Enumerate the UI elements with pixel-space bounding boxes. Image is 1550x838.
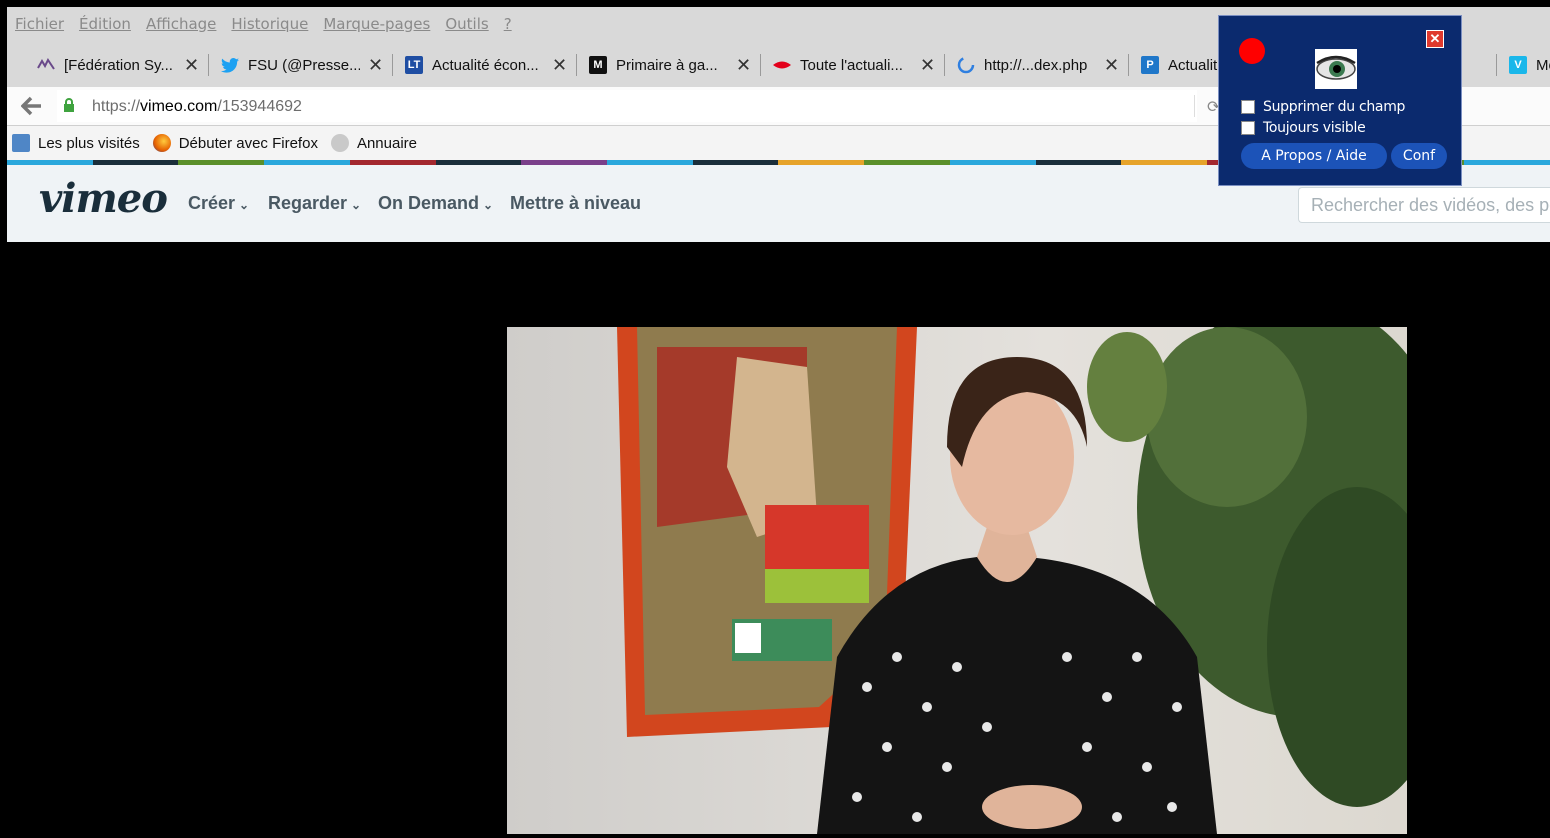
- url-text: https://vimeo.com/153944692: [92, 98, 302, 116]
- bookmark-most-visited[interactable]: Les plus visités: [7, 134, 140, 152]
- tab-separator: [944, 54, 945, 76]
- fsu-icon: [37, 56, 55, 74]
- close-icon[interactable]: ✕: [920, 55, 935, 76]
- about-help-button[interactable]: A Propos / Aide: [1241, 143, 1387, 169]
- nav-label: Mettre à niveau: [510, 193, 642, 213]
- url-separator: [1194, 95, 1195, 117]
- tab-separator: [392, 54, 393, 76]
- nav-mettre-a-niveau[interactable]: Mettre à niveau: [510, 193, 641, 214]
- tab-separator: [760, 54, 761, 76]
- close-icon[interactable]: ✕: [184, 55, 199, 76]
- nav-on-demand[interactable]: On Demand ⌄: [378, 193, 493, 214]
- tab-primaire[interactable]: M Primaire à ga... ✕: [579, 48, 751, 82]
- overlay-widget: ✕ Supprimer du champ Toujours visible A …: [1218, 15, 1462, 186]
- close-icon[interactable]: ✕: [1104, 55, 1119, 76]
- menu-edition[interactable]: Édition: [79, 15, 131, 33]
- menu-outils[interactable]: Outils: [445, 15, 488, 33]
- close-icon[interactable]: ✕: [736, 55, 751, 76]
- always-visible-checkbox[interactable]: Toujours visible: [1241, 120, 1366, 136]
- menu-affichage[interactable]: Affichage: [146, 15, 216, 33]
- bookmark-annuaire[interactable]: Annuaire: [326, 134, 417, 152]
- tab-separator: [1496, 54, 1497, 76]
- menu-marque-pages[interactable]: Marque-pages: [323, 15, 430, 33]
- remove-from-field-checkbox[interactable]: Supprimer du champ: [1241, 99, 1405, 115]
- arrow-left-icon: [21, 96, 41, 116]
- chevron-down-icon: ⌄: [483, 198, 494, 212]
- tab-separator: [208, 54, 209, 76]
- tab-title: FSU (@Presse...: [248, 56, 360, 74]
- tab-loading-php[interactable]: http://...dex.php ✕: [947, 48, 1119, 82]
- lt-icon: LT: [405, 56, 423, 74]
- tab-title: Toute l'actuali...: [800, 56, 903, 74]
- tab-fsu-twitter[interactable]: FSU (@Presse... ✕: [211, 48, 383, 82]
- checkbox-box[interactable]: [1241, 100, 1255, 114]
- chevron-down-icon: ⌄: [239, 198, 250, 212]
- tab-toute-actualite[interactable]: Toute l'actuali... ✕: [763, 48, 935, 82]
- nav-label: Regarder: [268, 193, 348, 213]
- nav-label: On Demand: [378, 193, 480, 213]
- tab-federation[interactable]: [Fédération Sy... ✕: [27, 48, 199, 82]
- checkbox-label: Supprimer du champ: [1263, 99, 1406, 115]
- bookmark-label: Débuter avec Firefox: [178, 134, 318, 152]
- bookmark-firefox[interactable]: Débuter avec Firefox: [148, 134, 318, 152]
- record-icon[interactable]: [1239, 38, 1265, 64]
- close-icon[interactable]: ✕: [552, 55, 567, 76]
- loading-icon: [957, 56, 975, 74]
- video-frame: [507, 327, 1407, 834]
- back-button[interactable]: [17, 92, 47, 120]
- tab-title: Mo: [1536, 56, 1550, 74]
- vimeo-logo[interactable]: vimeo: [39, 175, 168, 222]
- nav-label: Créer: [188, 193, 236, 213]
- checkbox-label: Toujours visible: [1263, 120, 1366, 136]
- url-host: vimeo.com: [140, 98, 218, 115]
- vimeo-icon: V: [1509, 56, 1527, 74]
- video-player[interactable]: [507, 327, 1407, 834]
- conf-button[interactable]: Conf: [1391, 143, 1447, 169]
- tab-actualite-eco[interactable]: LT Actualité écon... ✕: [395, 48, 567, 82]
- close-icon[interactable]: ✕: [368, 55, 383, 76]
- checkbox-box[interactable]: [1241, 121, 1255, 135]
- eye-icon: [1315, 49, 1357, 89]
- menu-historique[interactable]: Historique: [231, 15, 308, 33]
- tab-vimeo[interactable]: V Mo: [1499, 48, 1550, 82]
- close-icon[interactable]: ✕: [1426, 30, 1444, 48]
- chevron-down-icon: ⌄: [351, 198, 362, 212]
- search-icon: [12, 134, 30, 152]
- tab-separator: [1128, 54, 1129, 76]
- url-bar[interactable]: https://vimeo.com/153944692: [57, 90, 1197, 122]
- le-monde-icon: M: [589, 56, 607, 74]
- tab-title: Primaire à ga...: [616, 56, 718, 74]
- menu-help[interactable]: ?: [504, 15, 512, 33]
- tab-title: http://...dex.php: [984, 56, 1088, 74]
- bookmark-label: Annuaire: [356, 134, 417, 152]
- url-path: /153944692: [217, 98, 302, 115]
- lock-icon: [64, 98, 74, 112]
- nav-regarder[interactable]: Regarder ⌄: [268, 193, 361, 214]
- p-icon: P: [1141, 56, 1159, 74]
- menu-fichier[interactable]: Fichier: [15, 15, 64, 33]
- tab-title: Actualité écon...: [432, 56, 539, 74]
- twitter-icon: [221, 56, 239, 74]
- bookmark-label: Les plus visités: [38, 134, 140, 152]
- red-wave-icon: [773, 56, 791, 74]
- search-input[interactable]: [1298, 187, 1550, 223]
- tab-title: [Fédération Sy...: [64, 56, 173, 74]
- globe-icon: [330, 134, 349, 152]
- url-prefix: https://: [92, 98, 141, 115]
- tab-separator: [576, 54, 577, 76]
- firefox-icon: [152, 134, 171, 152]
- nav-creer[interactable]: Créer ⌄: [188, 193, 249, 214]
